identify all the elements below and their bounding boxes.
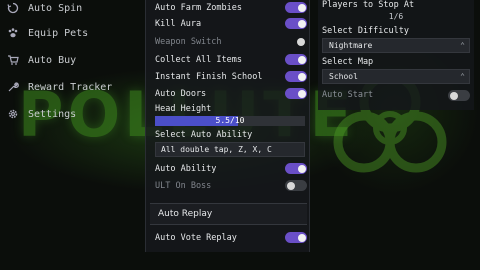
- gear-icon: [6, 107, 20, 121]
- head-height-slider[interactable]: 5.5/10: [155, 116, 305, 126]
- kill-aura-row[interactable]: Kill Aura: [146, 15, 311, 32]
- auto-ability-dropdown[interactable]: All double tap, Z, X, C: [155, 142, 305, 157]
- option-label: ULT On Boss: [155, 180, 212, 191]
- difficulty-selected: Nightmare: [329, 41, 373, 50]
- auto-farm-zombies-toggle[interactable]: [285, 2, 307, 13]
- option-label: Auto Vote Replay: [155, 232, 237, 243]
- auto-replay-section-header: Auto Replay: [150, 203, 307, 225]
- chevron-up-icon: ⌃: [460, 41, 465, 50]
- auto-start-toggle[interactable]: [448, 90, 470, 101]
- head-height-value: 5.5/10: [215, 116, 245, 125]
- players-to-stop-label: Players to Stop At: [322, 0, 415, 10]
- weapon-switch-row[interactable]: Weapon Switch: [146, 33, 311, 50]
- option-label: Kill Aura: [155, 18, 202, 29]
- head-height-label: Head Height: [155, 104, 212, 114]
- instant-finish-school-toggle[interactable]: [285, 71, 307, 82]
- sidebar-item-reward-tracker[interactable]: Reward Tracker: [0, 76, 142, 98]
- select-map-label: Select Map: [322, 57, 374, 67]
- auto-ability-toggle[interactable]: [285, 163, 307, 174]
- auto-vote-replay-toggle[interactable]: [285, 232, 307, 243]
- match-settings-panel: Players to Stop At 1/6 Select Difficulty…: [318, 0, 474, 110]
- sidebar-item-label: Reward Tracker: [28, 81, 113, 93]
- spin-icon: [6, 1, 20, 15]
- sidebar-nav: Auto Spin Equip Pets Auto Buy Reward Tra…: [0, 0, 142, 270]
- collect-all-items-row[interactable]: Collect All Items: [146, 51, 311, 68]
- sidebar-item-label: Equip Pets: [28, 27, 89, 39]
- auto-farm-zombies-row[interactable]: Auto Farm Zombies: [146, 0, 311, 16]
- sidebar-item-label: Auto Spin: [28, 2, 83, 14]
- sidebar-item-auto-buy[interactable]: Auto Buy: [0, 49, 142, 71]
- map-selected: School: [329, 72, 358, 81]
- chevron-up-icon: ⌃: [460, 72, 465, 81]
- auto-ability-selected: All double tap, Z, X, C: [161, 145, 272, 154]
- ult-on-boss-toggle[interactable]: [285, 180, 307, 191]
- weapon-switch-toggle[interactable]: [295, 36, 307, 47]
- option-label: Auto Doors: [155, 88, 207, 99]
- select-difficulty-label: Select Difficulty: [322, 26, 409, 36]
- wrench-icon: [6, 80, 20, 94]
- option-label: Instant Finish School: [155, 71, 263, 82]
- auto-ability-row[interactable]: Auto Ability: [146, 160, 311, 177]
- collect-all-items-toggle[interactable]: [285, 54, 307, 65]
- option-label: Auto Ability: [155, 163, 217, 174]
- map-dropdown[interactable]: School ⌃: [322, 69, 470, 84]
- option-label: Collect All Items: [155, 54, 242, 65]
- auto-start-label: Auto Start: [322, 90, 374, 100]
- ult-on-boss-row[interactable]: ULT On Boss: [146, 177, 311, 194]
- auto-doors-row[interactable]: Auto Doors: [146, 85, 311, 102]
- sidebar-item-label: Auto Buy: [28, 54, 77, 66]
- paw-icon: [6, 26, 20, 40]
- auto-doors-toggle[interactable]: [285, 88, 307, 99]
- players-to-stop-value[interactable]: 1/6: [322, 10, 470, 23]
- instant-finish-school-row[interactable]: Instant Finish School: [146, 68, 311, 85]
- difficulty-dropdown[interactable]: Nightmare ⌃: [322, 38, 470, 53]
- select-auto-ability-label: Select Auto Ability: [155, 130, 253, 140]
- option-label: Weapon Switch: [155, 36, 222, 47]
- kill-aura-toggle[interactable]: [285, 18, 307, 29]
- options-panel: Auto Farm Zombies Kill Aura Weapon Switc…: [145, 0, 310, 252]
- option-label: Auto Farm Zombies: [155, 2, 242, 13]
- sidebar-item-label: Settings: [28, 108, 77, 120]
- sidebar-item-equip-pets[interactable]: Equip Pets: [0, 22, 142, 44]
- cart-icon: [6, 53, 20, 67]
- sidebar-item-auto-spin[interactable]: Auto Spin: [0, 0, 142, 19]
- sidebar-item-settings[interactable]: Settings: [0, 103, 142, 125]
- auto-vote-replay-row[interactable]: Auto Vote Replay: [146, 229, 311, 246]
